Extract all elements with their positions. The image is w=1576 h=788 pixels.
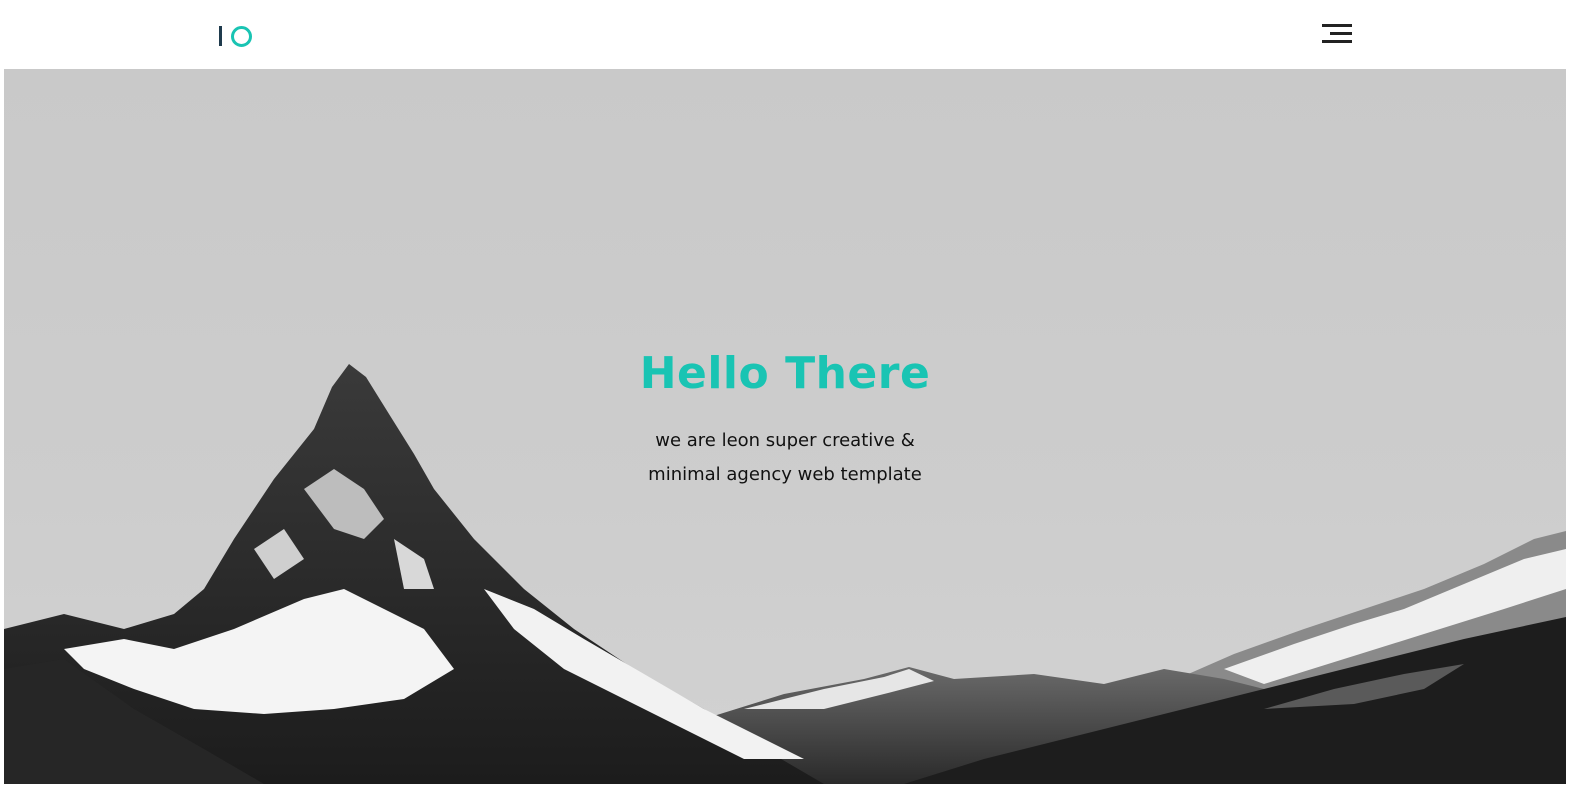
- logo-ring-icon: [231, 25, 252, 47]
- hero-subtitle-line: we are leon super creative &: [655, 430, 915, 451]
- hamburger-menu-icon[interactable]: [1320, 22, 1354, 48]
- logo-bar-icon: [219, 26, 222, 46]
- hero-title: Hello There: [639, 348, 931, 399]
- hero-subtitle-line: minimal agency web template: [648, 464, 922, 485]
- page-bottom-edge: [0, 784, 1576, 788]
- menu-line-icon: [1330, 32, 1352, 35]
- hero-section: Hello There we are leon super creative &…: [4, 69, 1566, 784]
- site-header: [0, 0, 1576, 69]
- hero-subtitle: we are leon super creative & minimal age…: [4, 424, 1566, 492]
- menu-line-icon: [1322, 40, 1352, 43]
- menu-line-icon: [1322, 24, 1352, 27]
- logo[interactable]: [219, 24, 252, 48]
